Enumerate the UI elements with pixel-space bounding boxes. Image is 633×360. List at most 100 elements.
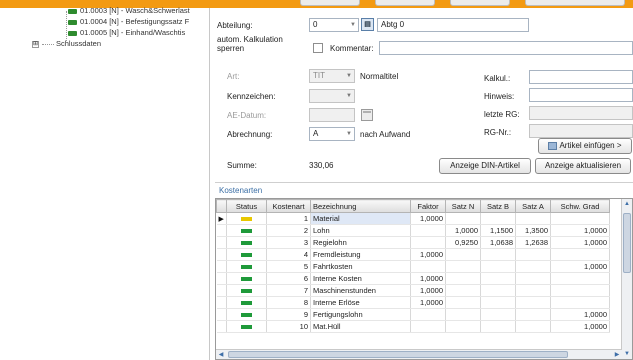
cell-satz-a[interactable]: 1,3500 (515, 224, 551, 237)
expand-icon[interactable]: ⊞ (32, 40, 39, 48)
table-row[interactable]: 3 Regielohn 0,9250 1,0638 1,2638 1,0000 (216, 236, 610, 249)
scroll-down-icon[interactable]: ▼ (622, 349, 632, 359)
cell-kostenart[interactable]: 8 (266, 296, 311, 309)
column-header-kostenart[interactable]: Kostenart (266, 199, 311, 213)
cell-faktor[interactable]: 1,0000 (410, 212, 446, 225)
column-header-satz-n[interactable]: Satz N (445, 199, 481, 213)
cell-faktor[interactable]: 1,0000 (410, 284, 446, 297)
cell-satz-b[interactable]: 1,0638 (480, 236, 516, 249)
cell-kostenart[interactable]: 9 (266, 308, 311, 321)
row-indicator[interactable] (216, 248, 227, 261)
row-indicator[interactable] (216, 296, 227, 309)
cell-faktor[interactable] (410, 224, 446, 237)
cell-schw-grad[interactable]: 1,0000 (550, 308, 610, 321)
cell-satz-b[interactable] (480, 284, 516, 297)
tree-item[interactable]: 01.0005 [N] - Einhand/Waschtis (68, 27, 208, 38)
cell-satz-n[interactable] (445, 248, 481, 261)
cell-faktor[interactable] (410, 236, 446, 249)
lookup-icon[interactable]: ▤ (361, 18, 374, 31)
vertical-scrollbar[interactable]: ▲ ▼ (621, 199, 632, 359)
cell-schw-grad[interactable] (550, 296, 610, 309)
row-indicator[interactable] (216, 260, 227, 273)
autom-kalkulation-checkbox[interactable] (313, 43, 323, 53)
cell-kostenart[interactable]: 6 (266, 272, 311, 285)
cell-schw-grad[interactable]: 1,0000 (550, 236, 610, 249)
kalkul-field[interactable] (529, 70, 633, 84)
cell-bezeichnung[interactable]: Fahrtkosten (310, 260, 411, 273)
artikel-einfuegen-button[interactable]: Artikel einfügen > (538, 138, 632, 154)
cell-kostenart[interactable]: 2 (266, 224, 311, 237)
cell-satz-n[interactable]: 1,0000 (445, 224, 481, 237)
table-row[interactable]: 4 Fremdleistung 1,0000 (216, 248, 610, 261)
column-header-satz-b[interactable]: Satz B (480, 199, 516, 213)
table-row[interactable]: 7 Maschinenstunden 1,0000 (216, 284, 610, 297)
row-indicator[interactable]: ▶ (216, 212, 227, 225)
tree-item[interactable]: 01.0004 [N] - Befestigungssatz F (68, 16, 208, 27)
tree-item[interactable]: 01.0003 [N] - Wasch&Schwerlast (68, 5, 208, 16)
toolbar-button[interactable] (450, 0, 510, 6)
cell-bezeichnung[interactable]: Material (310, 212, 411, 225)
scroll-up-icon[interactable]: ▲ (622, 199, 632, 209)
cell-kostenart[interactable]: 10 (266, 320, 311, 333)
cell-satz-a[interactable] (515, 296, 551, 309)
cell-faktor[interactable]: 1,0000 (410, 296, 446, 309)
cell-satz-b[interactable] (480, 272, 516, 285)
cell-bezeichnung[interactable]: Regielohn (310, 236, 411, 249)
cell-satz-a[interactable] (515, 284, 551, 297)
cell-bezeichnung[interactable]: Fertigungslohn (310, 308, 411, 321)
table-row[interactable]: ▶ 1 Material 1,0000 (216, 212, 610, 225)
cell-satz-a[interactable] (515, 308, 551, 321)
cell-schw-grad[interactable] (550, 248, 610, 261)
calendar-icon[interactable] (361, 109, 373, 121)
cell-satz-n[interactable] (445, 308, 481, 321)
cell-faktor[interactable]: 1,0000 (410, 248, 446, 261)
row-indicator[interactable] (216, 320, 227, 333)
row-indicator[interactable] (216, 236, 227, 249)
cell-satz-a[interactable] (515, 212, 551, 225)
cell-satz-a[interactable] (515, 272, 551, 285)
toolbar-button[interactable] (525, 0, 625, 6)
cell-satz-n[interactable] (445, 284, 481, 297)
cell-kostenart[interactable]: 4 (266, 248, 311, 261)
anzeige-aktualisieren-button[interactable]: Anzeige aktualisieren (535, 158, 631, 174)
chevron-down-icon[interactable]: ▼ (344, 128, 354, 140)
column-header-status[interactable]: Status (226, 199, 267, 213)
toolbar-button[interactable] (300, 0, 360, 6)
cell-schw-grad[interactable]: 1,0000 (550, 260, 610, 273)
ae-datum-field[interactable] (309, 108, 355, 122)
table-row[interactable]: 10 Mat.Hüll 1,0000 (216, 320, 610, 333)
horizontal-scroll-thumb[interactable] (228, 351, 568, 358)
cell-schw-grad[interactable] (550, 272, 610, 285)
column-header-bezeichnung[interactable]: Bezeichnung (310, 199, 411, 213)
hinweis-field[interactable] (529, 88, 633, 102)
cell-satz-a[interactable]: 1,2638 (515, 236, 551, 249)
cell-satz-a[interactable] (515, 248, 551, 261)
cell-faktor[interactable]: 1,0000 (410, 272, 446, 285)
cell-kostenart[interactable]: 1 (266, 212, 311, 225)
cell-satz-n[interactable] (445, 260, 481, 273)
column-header-faktor[interactable]: Faktor (410, 199, 446, 213)
cell-satz-n[interactable] (445, 320, 481, 333)
cell-schw-grad[interactable]: 1,0000 (550, 224, 610, 237)
cell-satz-n[interactable] (445, 212, 481, 225)
cell-kostenart[interactable]: 7 (266, 284, 311, 297)
scroll-left-icon[interactable]: ◀ (216, 350, 226, 359)
table-row[interactable]: 9 Fertigungslohn 1,0000 (216, 308, 610, 321)
cell-satz-b[interactable] (480, 308, 516, 321)
abteilung-field[interactable]: 0 ▼ (309, 18, 359, 32)
anzeige-din-artikel-button[interactable]: Anzeige DIN-Artikel (439, 158, 531, 174)
cell-satz-b[interactable] (480, 296, 516, 309)
kommentar-field[interactable] (379, 41, 633, 55)
cell-satz-b[interactable]: 1,1500 (480, 224, 516, 237)
column-header-schw-grad[interactable]: Schw. Grad (550, 199, 610, 213)
cell-satz-a[interactable] (515, 320, 551, 333)
table-row[interactable]: 2 Lohn 1,0000 1,1500 1,3500 1,0000 (216, 224, 610, 237)
cell-faktor[interactable] (410, 320, 446, 333)
kennzeichen-field[interactable]: ▼ (309, 89, 355, 103)
row-indicator[interactable] (216, 272, 227, 285)
table-row[interactable]: 5 Fahrtkosten 1,0000 (216, 260, 610, 273)
art-field[interactable]: TIT ▼ (309, 69, 355, 83)
cell-kostenart[interactable]: 3 (266, 236, 311, 249)
chevron-down-icon[interactable]: ▼ (344, 70, 354, 82)
cell-satz-n[interactable] (445, 296, 481, 309)
